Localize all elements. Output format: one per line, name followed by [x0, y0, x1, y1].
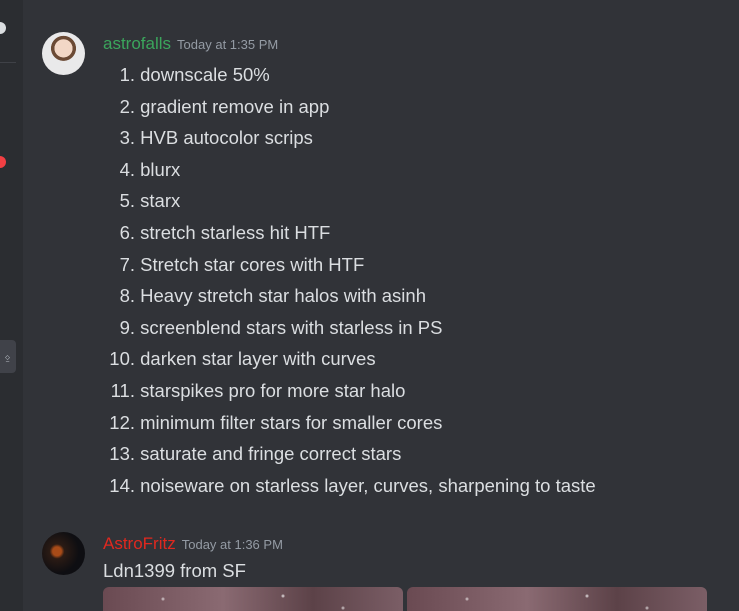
- previous-message-tail: [103, 0, 423, 4]
- list-item-number: 1.: [119, 64, 135, 85]
- list-item-number: 2.: [119, 95, 135, 117]
- list-item-text: darken star layer with curves: [140, 348, 376, 370]
- list-item: 12. minimum filter stars for smaller cor…: [103, 407, 723, 439]
- list-item-number: 7.: [119, 253, 135, 275]
- list-item-number: 13.: [109, 443, 135, 465]
- list-item: 5. starx: [103, 185, 723, 217]
- list-item-number: 8.: [119, 285, 135, 307]
- rail-divider: [0, 62, 16, 63]
- list-item: 4. blurx: [103, 154, 723, 186]
- list-item-number: 3.: [119, 127, 135, 149]
- server-rail: ⍚: [0, 0, 23, 611]
- list-item-text: starspikes pro for more star halo: [140, 379, 406, 401]
- list-item-text: starx: [140, 190, 181, 212]
- avatar[interactable]: [42, 532, 85, 575]
- list-item-number: 10.: [109, 348, 135, 370]
- timestamp: Today at 1:36 PM: [181, 537, 283, 552]
- image-attachment[interactable]: [407, 587, 707, 611]
- server-icon[interactable]: [0, 22, 6, 34]
- list-item-text: screenblend stars with starless in PS: [140, 316, 443, 338]
- list-item-number: 9.: [119, 316, 135, 338]
- username[interactable]: AstroFritz: [103, 534, 176, 553]
- list-item-number: 4.: [119, 158, 135, 180]
- steps-list: 1. downscale 50% 2. gradient remove in ap…: [103, 59, 723, 501]
- list-item: 6. stretch starless hit HTF: [103, 217, 723, 249]
- list-item-text: noiseware on starless layer, curves, sha…: [140, 474, 596, 496]
- list-item-text: minimum filter stars for smaller cores: [140, 411, 443, 433]
- list-item: 2. gradient remove in app: [103, 91, 723, 123]
- message-header: AstroFritz Today at 1:36 PM: [103, 534, 283, 554]
- list-item: 13. saturate and fringe correct stars: [103, 438, 723, 470]
- list-item-text: stretch starless hit HTF: [140, 221, 331, 243]
- avatar[interactable]: [42, 32, 85, 75]
- message-header: astrofalls Today at 1:35 PM: [103, 34, 278, 54]
- list-item: 10. darken star layer with curves: [103, 343, 723, 375]
- list-item-text: Heavy stretch star halos with asinh: [140, 285, 426, 307]
- list-item-text: saturate and fringe correct stars: [140, 443, 402, 465]
- list-item: 14. noiseware on starless layer, curves,…: [103, 470, 723, 502]
- list-item-number: 11.: [110, 379, 135, 401]
- list-item: 3. HVB autocolor scrips: [103, 122, 723, 154]
- list-item: 8. Heavy stretch star halos with asinh: [103, 280, 723, 312]
- add-member-icon[interactable]: ⍚: [0, 340, 16, 373]
- list-item-number: 6.: [119, 221, 135, 243]
- list-item-number: 14.: [109, 474, 135, 496]
- list-item-number: 12.: [109, 411, 135, 433]
- list-item-text: downscale 50%: [140, 64, 270, 85]
- list-item-text: gradient remove in app: [140, 95, 330, 117]
- list-item: 9. screenblend stars with starless in PS: [103, 312, 723, 344]
- image-attachment[interactable]: [103, 587, 403, 611]
- chat-view: ⍚ astrofalls Today at 1:35 PM 1. downscal…: [0, 0, 739, 611]
- timestamp: Today at 1:35 PM: [177, 37, 279, 52]
- list-item-text: HVB autocolor scrips: [140, 127, 313, 149]
- list-item-number: 5.: [119, 190, 135, 212]
- list-item: 11. starspikes pro for more star halo: [103, 375, 723, 407]
- list-item: 1. downscale 50%: [103, 59, 723, 91]
- list-item: 7. Stretch star cores with HTF: [103, 249, 723, 281]
- list-item-text: Stretch star cores with HTF: [140, 253, 365, 275]
- unread-badge[interactable]: [0, 156, 6, 168]
- list-item-text: blurx: [140, 158, 181, 180]
- username[interactable]: astrofalls: [103, 34, 171, 53]
- message-text: Ldn1399 from SF: [103, 560, 246, 581]
